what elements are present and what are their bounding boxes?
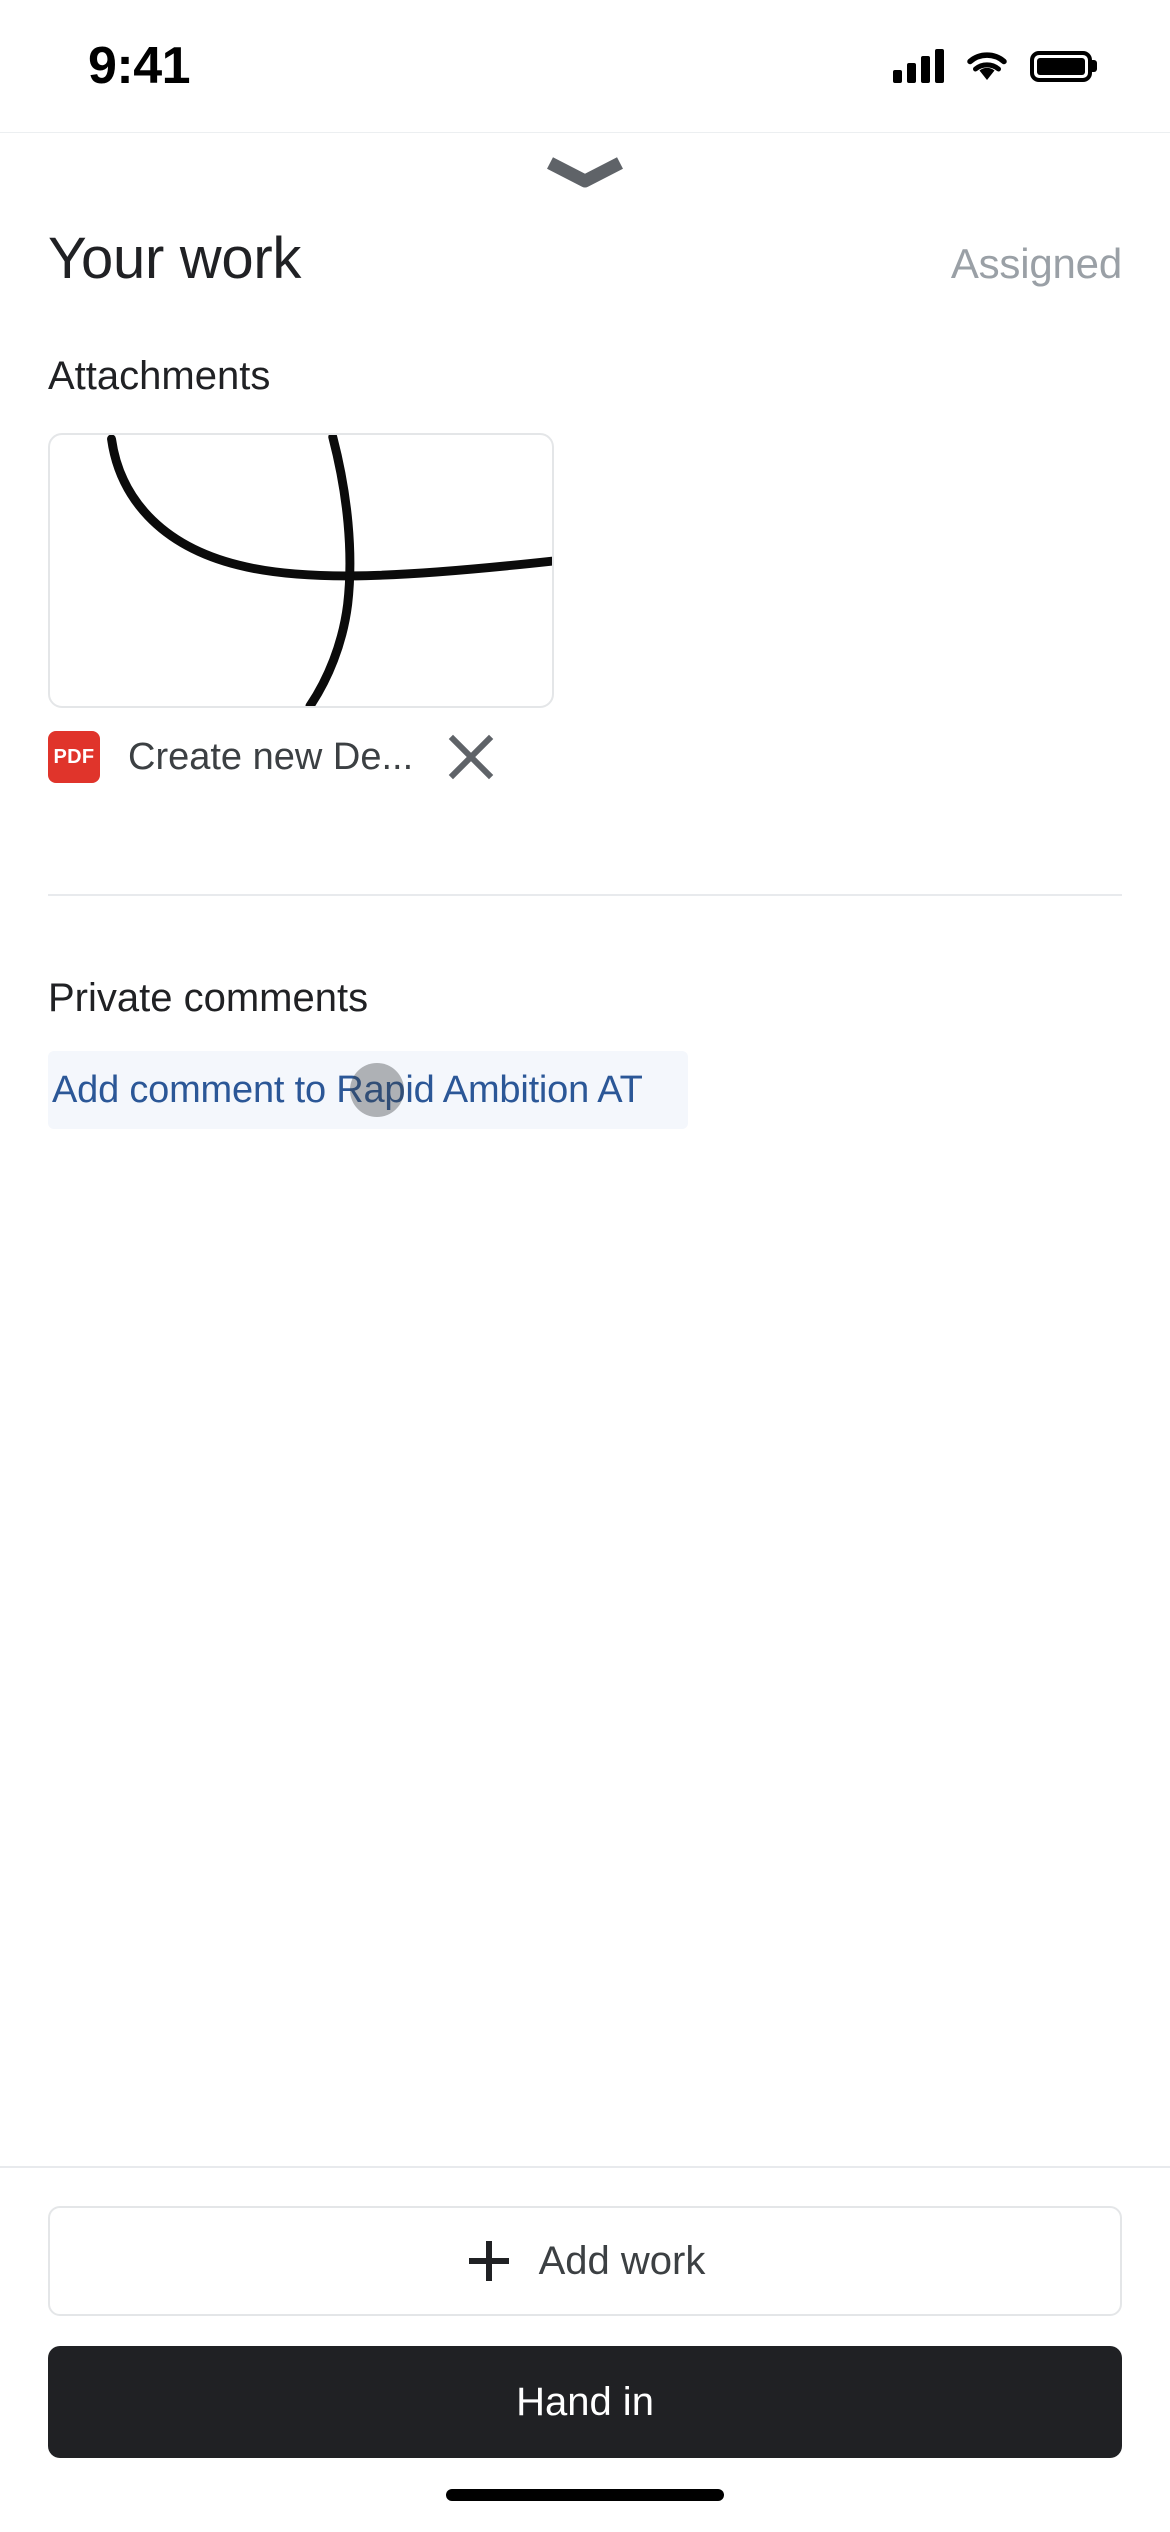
work-bottom-sheet: Your work Assigned Attachments PDF Creat… <box>0 132 1170 2532</box>
attachments-label: Attachments <box>48 354 271 398</box>
add-work-label: Add work <box>538 2238 706 2283</box>
sheet-action-bar: Add work Hand in <box>0 2166 1170 2458</box>
attachment-file-row: PDF Create new De... <box>48 730 554 784</box>
add-work-button[interactable]: Add work <box>48 2206 1122 2316</box>
battery-full-icon <box>1030 50 1092 82</box>
assignment-work-sheet-screen: 9:41 Your work Assigned Attachments PDF … <box>0 0 1170 2532</box>
close-icon <box>448 734 494 780</box>
sheet-header: Your work Assigned <box>0 211 1170 292</box>
home-indicator-area <box>0 2458 1170 2532</box>
wifi-icon <box>967 52 1007 80</box>
status-bar-icons <box>893 49 1092 83</box>
remove-attachment-button[interactable] <box>444 730 498 784</box>
chevron-down-icon <box>547 157 623 188</box>
status-badge: Assigned <box>950 240 1122 287</box>
private-comments-label: Private comments <box>48 976 369 1020</box>
cellular-signal-icon <box>893 49 944 83</box>
comment-input-text: Add comment to Rapid Ambition AT <box>52 1068 643 1111</box>
status-bar-time: 9:41 <box>88 37 191 95</box>
comment-input[interactable]: Add comment to Rapid Ambition AT <box>48 1051 688 1129</box>
section-divider <box>48 894 1122 896</box>
status-bar: 9:41 <box>0 0 1170 132</box>
page-title: Your work <box>48 226 302 291</box>
handwritten-sketch-thumbnail <box>107 435 552 706</box>
attachment-file-name[interactable]: Create new De... <box>128 736 428 779</box>
attachment-item: PDF Create new De... <box>48 433 1122 784</box>
hand-in-button[interactable]: Hand in <box>48 2346 1122 2458</box>
plus-icon <box>468 2241 509 2281</box>
sheet-drag-handle[interactable] <box>0 133 1170 211</box>
attachment-thumbnail[interactable] <box>48 433 554 708</box>
sheet-content: Attachments PDF Create new De... Private… <box>0 292 1170 2166</box>
pdf-file-icon: PDF <box>48 731 100 783</box>
home-indicator[interactable] <box>446 2489 724 2501</box>
